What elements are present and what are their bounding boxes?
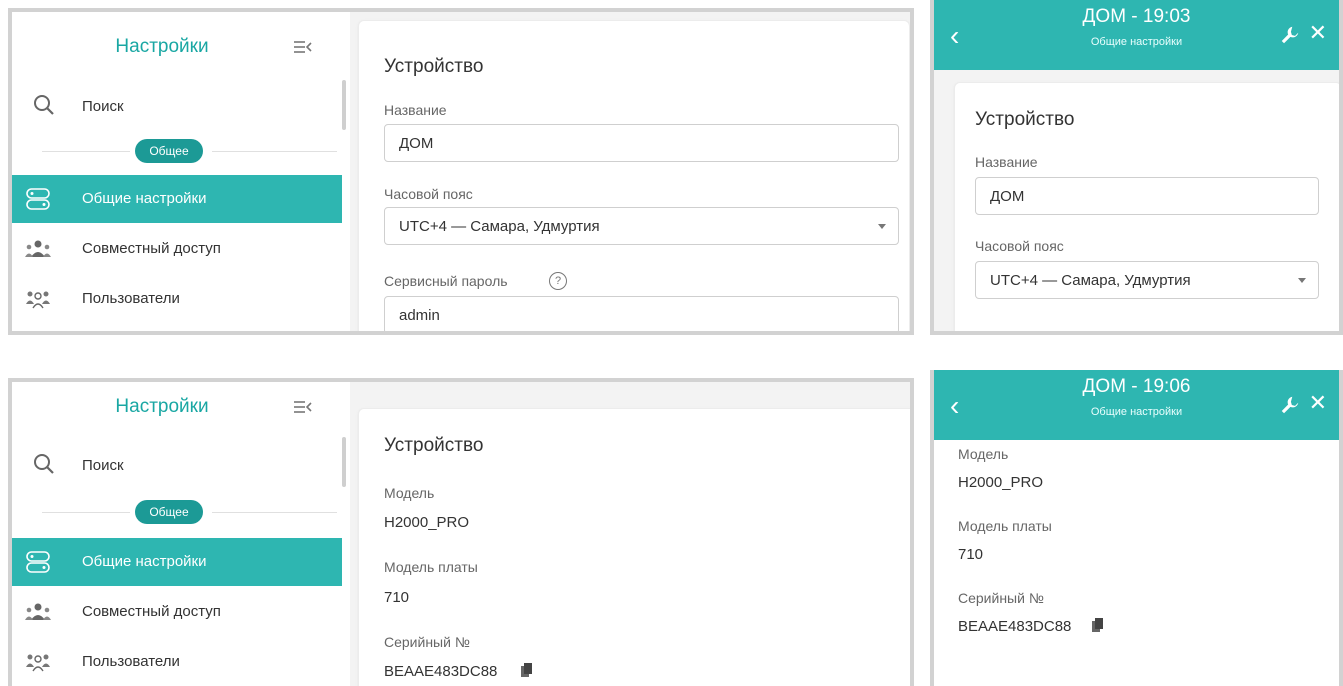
mobile-body: Устройство Название ДОМ Часовой пояс UTC…	[934, 70, 1339, 331]
model-value: H2000_PRO	[384, 514, 470, 531]
close-icon[interactable]: ✕	[1309, 390, 1327, 416]
desktop-settings-bottom: Настройки Поиск Общее Общие настройки Со…	[8, 378, 914, 686]
model-label: Модель	[384, 485, 435, 501]
collapse-menu-icon[interactable]	[294, 400, 312, 414]
search-icon	[34, 95, 54, 115]
model-label: Модель	[958, 446, 1009, 462]
nav-label: Общие настройки	[82, 190, 207, 207]
close-icon[interactable]: ✕	[1309, 20, 1327, 46]
nav-label: Совместный доступ	[82, 240, 221, 257]
copy-icon[interactable]	[521, 663, 533, 677]
group-divider: Общее	[12, 136, 342, 166]
device-card: Устройство Название ДОМ Часовой пояс UTC…	[358, 20, 910, 331]
wrench-icon[interactable]	[1279, 394, 1301, 416]
sidebar-title: Настройки	[115, 36, 209, 57]
divider-line	[212, 151, 337, 152]
name-input[interactable]: ДОМ	[975, 177, 1319, 215]
desktop-settings-top: Настройки Поиск Общее Общие настройки Со…	[8, 8, 914, 335]
timezone-value: UTC+4 — Самара, Удмуртия	[990, 272, 1191, 289]
search-item[interactable]: Поиск	[12, 85, 332, 125]
settings-sidebar: Настройки Поиск Общее Общие настройки Со…	[12, 12, 342, 331]
group-divider: Общее	[12, 497, 342, 527]
device-card: Устройство Модель H2000_PRO Модель платы…	[358, 408, 910, 686]
nav-item-general-settings[interactable]: Общие настройки	[12, 175, 342, 223]
mobile-body: Модель H2000_PRO Модель платы 710 Серийн…	[934, 440, 1339, 686]
shared-access-icon	[25, 240, 51, 257]
dropdown-caret-icon	[1298, 278, 1306, 283]
card-heading: Устройство	[975, 109, 1075, 130]
board-model-value: 710	[958, 546, 984, 563]
divider-line	[42, 512, 130, 513]
serial-value: BEAAE483DC88	[958, 618, 1072, 635]
users-icon	[26, 654, 50, 672]
mobile-settings-bottom: ‹ ДОМ - 19:06 Общие настройки ✕ Модель H…	[930, 370, 1343, 686]
search-item[interactable]: Поиск	[12, 444, 332, 484]
board-model-value: 710	[384, 589, 410, 606]
copy-icon[interactable]	[1092, 618, 1104, 632]
name-label: Название	[384, 102, 447, 118]
name-label: Название	[975, 154, 1038, 170]
nav-item-users[interactable]: Пользователи	[12, 275, 342, 323]
nav-label: Общие настройки	[82, 553, 207, 570]
general-settings-icon	[26, 188, 50, 210]
service-password-label: Сервисный пароль	[384, 273, 508, 289]
collapse-menu-icon[interactable]	[294, 40, 312, 54]
main-panel: Устройство Название ДОМ Часовой пояс UTC…	[350, 12, 910, 331]
sidebar-scrollbar[interactable]	[342, 80, 346, 130]
serial-label: Серийный №	[958, 590, 1044, 606]
group-badge[interactable]: Общее	[135, 139, 203, 163]
divider-line	[42, 151, 130, 152]
name-value: ДОМ	[990, 188, 1025, 205]
users-icon	[26, 291, 50, 309]
card-heading: Устройство	[384, 56, 484, 77]
main-panel: Устройство Модель H2000_PRO Модель платы…	[350, 382, 910, 686]
serial-value: BEAAE483DC88	[384, 663, 498, 680]
wrench-icon[interactable]	[1279, 24, 1301, 46]
mobile-settings-top: ‹ ДОМ - 19:03 Общие настройки ✕ Устройст…	[930, 0, 1343, 335]
model-value: H2000_PRO	[958, 474, 1044, 491]
help-icon[interactable]: ?	[549, 272, 567, 290]
timezone-value: UTC+4 — Самара, Удмуртия	[399, 218, 600, 235]
shared-access-icon	[25, 603, 51, 620]
sidebar-title: Настройки	[115, 396, 209, 417]
timezone-select[interactable]: UTC+4 — Самара, Удмуртия	[975, 261, 1319, 299]
serial-label: Серийный №	[384, 634, 470, 650]
divider-line	[212, 512, 337, 513]
service-password-value: admin	[399, 307, 440, 324]
card-heading: Устройство	[384, 435, 484, 456]
nav-label: Пользователи	[82, 290, 180, 307]
general-settings-icon	[26, 551, 50, 573]
nav-item-shared-access[interactable]: Совместный доступ	[12, 588, 342, 636]
nav-label: Пользователи	[82, 653, 180, 670]
group-badge[interactable]: Общее	[135, 500, 203, 524]
search-label: Поиск	[82, 457, 124, 474]
timezone-select[interactable]: UTC+4 — Самара, Удмуртия	[384, 207, 899, 245]
name-value: ДОМ	[399, 135, 434, 152]
nav-item-general-settings[interactable]: Общие настройки	[12, 538, 342, 586]
dropdown-caret-icon	[878, 224, 886, 229]
settings-sidebar: Настройки Поиск Общее Общие настройки Со…	[12, 382, 342, 686]
mobile-header: ‹ ДОМ - 19:06 Общие настройки ✕	[934, 370, 1339, 440]
timezone-label: Часовой пояс	[384, 186, 473, 202]
device-card: Устройство Название ДОМ Часовой пояс UTC…	[954, 82, 1339, 331]
service-password-input[interactable]: admin	[384, 296, 899, 331]
nav-label: Совместный доступ	[82, 603, 221, 620]
board-model-label: Модель платы	[958, 518, 1052, 534]
timezone-label: Часовой пояс	[975, 238, 1064, 254]
search-icon	[34, 454, 54, 474]
mobile-header: ‹ ДОМ - 19:03 Общие настройки ✕	[934, 0, 1339, 70]
board-model-label: Модель платы	[384, 559, 478, 575]
name-input[interactable]: ДОМ	[384, 124, 899, 162]
sidebar-scrollbar[interactable]	[342, 437, 346, 487]
nav-item-users[interactable]: Пользователи	[12, 638, 342, 686]
nav-item-shared-access[interactable]: Совместный доступ	[12, 225, 342, 273]
search-label: Поиск	[82, 98, 124, 115]
